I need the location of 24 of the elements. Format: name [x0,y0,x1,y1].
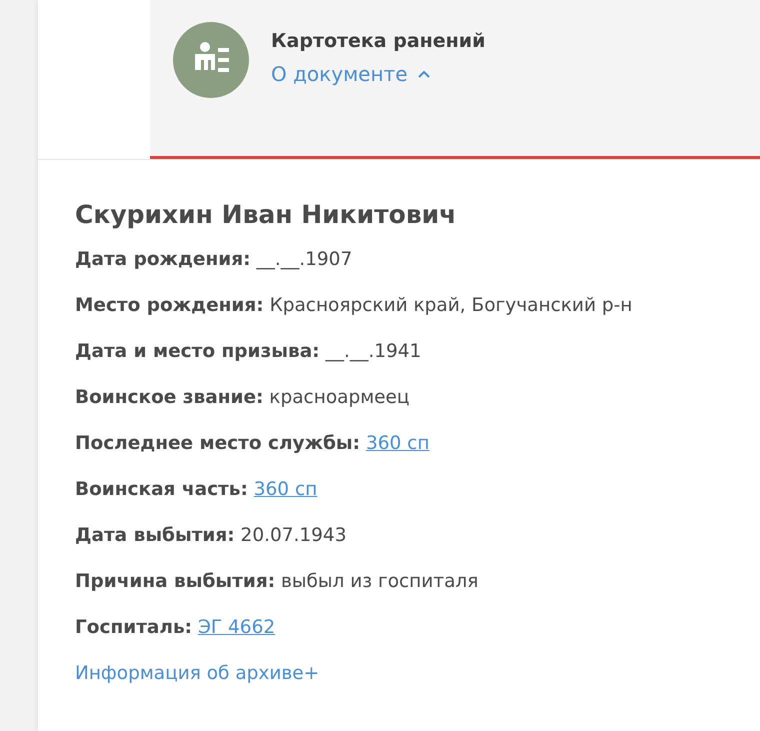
field-value: выбыл из госпиталя [281,571,478,592]
chevron-icon [418,70,430,78]
field-link[interactable]: ЭГ 4662 [198,617,276,638]
field-label: Причина выбытия: [75,571,276,592]
field-label: Госпиталь: [75,617,192,638]
archive-info-link[interactable]: Информация об архиве+ [75,663,320,684]
field-link[interactable]: 360 сп [366,433,430,454]
field-label: Место рождения: [75,295,264,316]
field-label: Дата выбытия: [75,525,235,546]
field-value: Красноярский край, Богучанский р-н [270,295,632,316]
field-label: Дата рождения: [75,249,250,270]
person-list-icon [173,22,249,98]
field-label: Воинское звание: [75,387,264,408]
field-link[interactable]: 360 сп [254,479,318,500]
field-value: __.__.1907 [256,249,352,270]
field-value: 20.07.1943 [240,525,346,546]
field-value: красноармеец [269,387,410,408]
field-label: Дата и место призыва: [75,341,320,362]
field-label: Последнее место службы: [75,433,360,454]
field-label: Воинская часть: [75,479,248,500]
field-value: __.__.1941 [325,341,422,362]
document-title: Картотека ранений [271,30,486,52]
about-document-toggle[interactable]: О документе [271,62,486,86]
person-name: Скурихин Иван Никитович [75,200,458,229]
